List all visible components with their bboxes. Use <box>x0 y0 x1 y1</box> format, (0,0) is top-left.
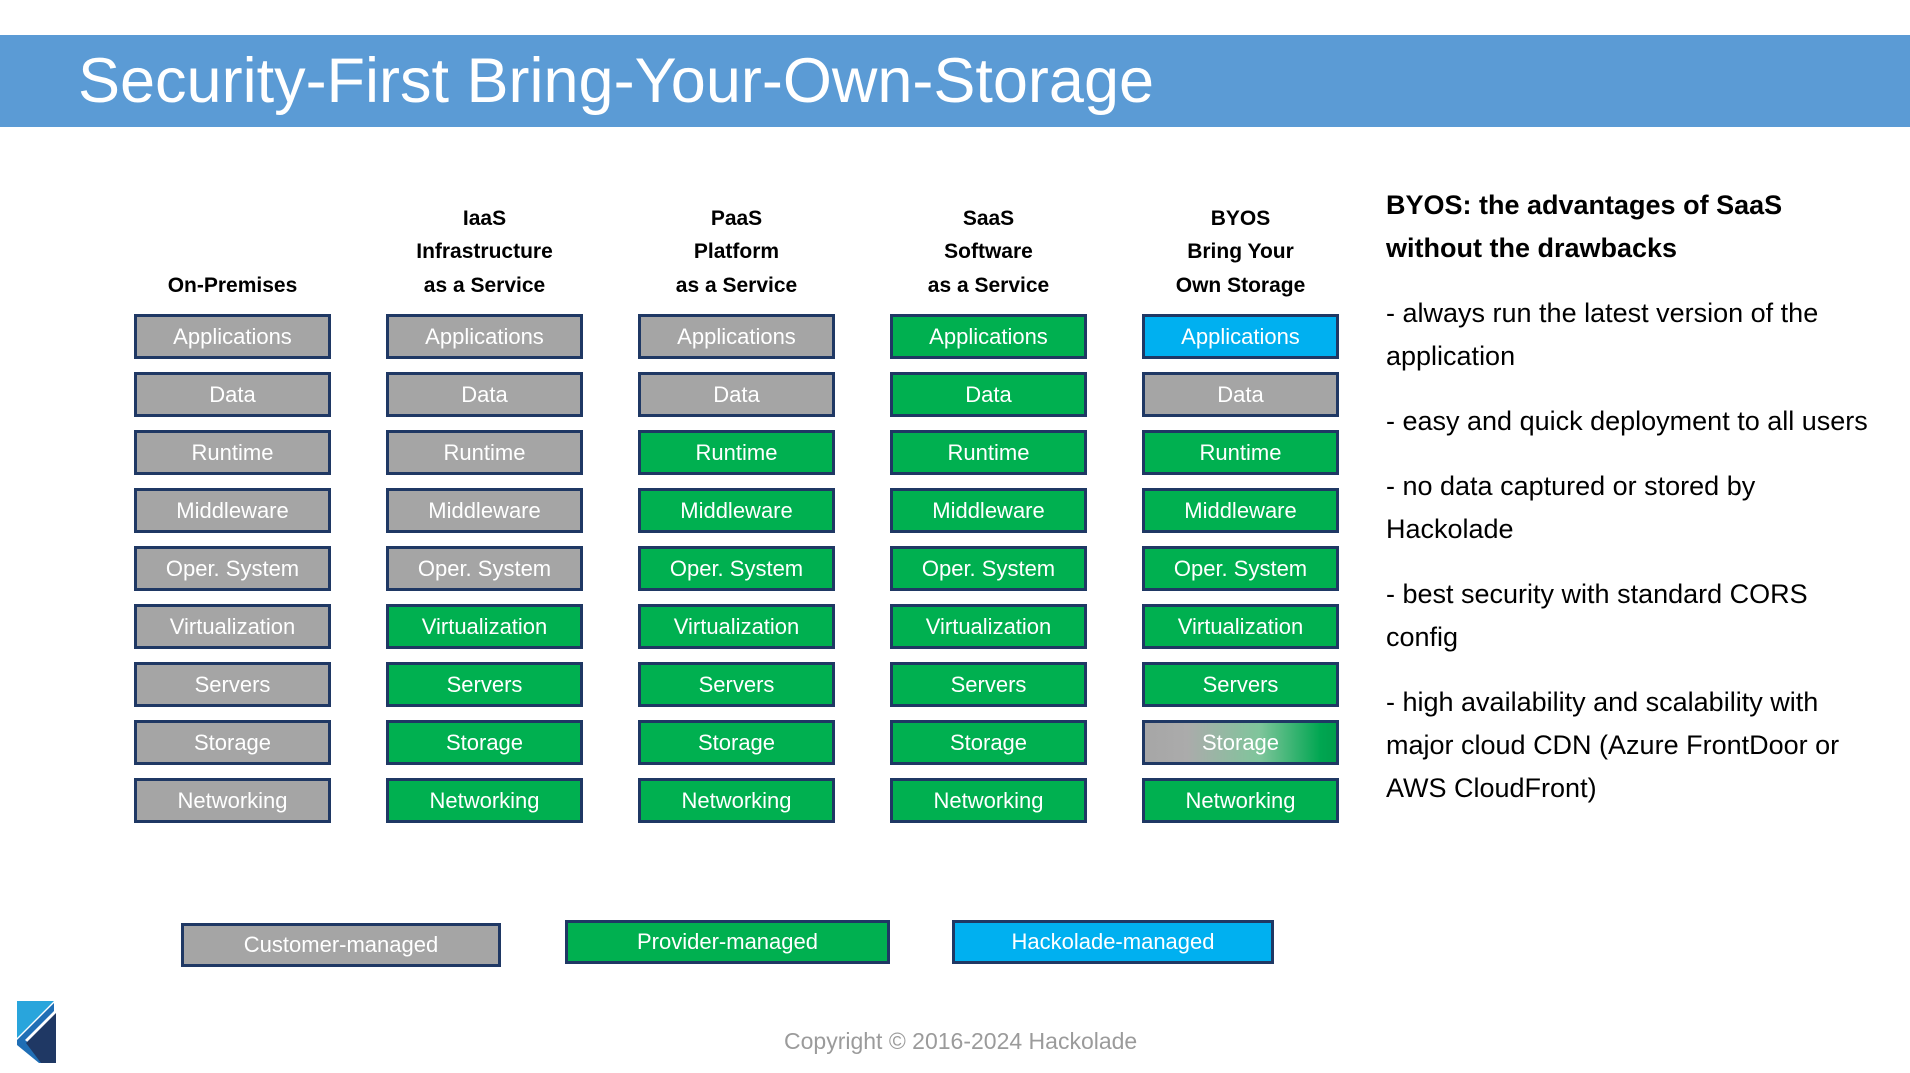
matrix-cell-iaas-virtualization: Virtualization <box>386 604 583 649</box>
panel-bullet: - high availability and scalability with… <box>1386 687 1840 803</box>
matrix-cell-saas-middleware: Middleware <box>890 488 1087 533</box>
matrix-cell-paas-runtime: Runtime <box>638 430 835 475</box>
column-stack-on-premises: Applications Data Runtime Middleware Oper. S… <box>134 314 331 836</box>
matrix-cell-on-premises-networking: Networking <box>134 778 331 823</box>
column-header-line: Bring Your <box>1187 240 1294 263</box>
panel-heading: BYOS: the advantages of SaaS without the… <box>1386 190 1783 263</box>
matrix-cell-on-premises-servers: Servers <box>134 662 331 707</box>
cloud-responsibility-matrix: On-Premises Applications Data Runtime Middle… <box>0 0 1360 1073</box>
column-header-label-on-premises: On-Premises <box>134 269 331 303</box>
column-header-line: as a Service <box>423 273 546 297</box>
column-header-label-saas: SaaS Software as a Service <box>890 202 1087 303</box>
column-header-saas: SaaS Software as a Service <box>890 182 1087 302</box>
matrix-cell-paas-middleware: Middleware <box>638 488 835 533</box>
matrix-cell-byos-applications: Applications <box>1142 314 1339 359</box>
matrix-cell-iaas-data: Data <box>386 372 583 417</box>
panel-bullet: - always run the latest version of the a… <box>1386 298 1819 371</box>
panel-bullet: - no data captured or stored by Hackolad… <box>1386 471 1756 544</box>
matrix-cell-on-premises-runtime: Runtime <box>134 430 331 475</box>
matrix-cell-byos-virtualization: Virtualization <box>1142 604 1339 649</box>
column-header-byos: BYOS Bring Your Own Storage <box>1142 182 1339 302</box>
matrix-cell-saas-virtualization: Virtualization <box>890 604 1087 649</box>
matrix-cell-saas-networking: Networking <box>890 778 1087 823</box>
matrix-cell-byos-oper-system: Oper. System <box>1142 546 1339 591</box>
column-header-paas: PaaS Platform as a Service <box>638 182 835 302</box>
column-header-line: Infrastructure <box>416 240 553 263</box>
byos-advantages-panel: BYOS: the advantages of SaaS without the… <box>1386 184 1896 832</box>
matrix-cell-saas-storage: Storage <box>890 720 1087 765</box>
legend-customer-managed: Customer-managed <box>181 923 501 967</box>
matrix-cell-saas-applications: Applications <box>890 314 1087 359</box>
matrix-cell-on-premises-storage: Storage <box>134 720 331 765</box>
matrix-cell-on-premises-virtualization: Virtualization <box>134 604 331 649</box>
column-header-line: as a Service <box>675 273 798 297</box>
column-header-label-byos: BYOS Bring Your Own Storage <box>1142 202 1339 303</box>
matrix-cell-on-premises-data: Data <box>134 372 331 417</box>
matrix-cell-paas-applications: Applications <box>638 314 835 359</box>
column-header-line: Platform <box>693 240 780 263</box>
column-header-label-iaas: IaaS Infrastructure as a Service <box>386 202 583 303</box>
matrix-cell-byos-middleware: Middleware <box>1142 488 1339 533</box>
matrix-cell-on-premises-oper-system: Oper. System <box>134 546 331 591</box>
matrix-cell-saas-data: Data <box>890 372 1087 417</box>
column-header-line: Software <box>944 240 1033 263</box>
matrix-cell-byos-storage: Storage <box>1142 720 1339 765</box>
hackolade-logo-icon <box>14 999 66 1065</box>
matrix-cell-saas-servers: Servers <box>890 662 1087 707</box>
matrix-cell-iaas-storage: Storage <box>386 720 583 765</box>
column-header-iaas: IaaS Infrastructure as a Service <box>386 182 583 302</box>
legend-hackolade-managed: Hackolade-managed <box>952 920 1274 964</box>
column-stack-saas: Applications Data Runtime Middleware Oper. S… <box>890 314 1087 836</box>
matrix-cell-saas-oper-system: Oper. System <box>890 546 1087 591</box>
column-header-line: IaaS <box>462 206 507 230</box>
matrix-cell-iaas-middleware: Middleware <box>386 488 583 533</box>
matrix-cell-paas-data: Data <box>638 372 835 417</box>
matrix-cell-paas-storage: Storage <box>638 720 835 765</box>
panel-bullet: - easy and quick deployment to all users <box>1386 406 1868 436</box>
legend-provider-managed: Provider-managed <box>565 920 890 964</box>
column-header-line: On-Premises <box>167 273 298 297</box>
matrix-cell-iaas-runtime: Runtime <box>386 430 583 475</box>
matrix-cell-saas-runtime: Runtime <box>890 430 1087 475</box>
matrix-cell-iaas-oper-system: Oper. System <box>386 546 583 591</box>
column-header-line: as a Service <box>927 273 1050 297</box>
matrix-cell-iaas-applications: Applications <box>386 314 583 359</box>
matrix-cell-paas-virtualization: Virtualization <box>638 604 835 649</box>
column-stack-iaas: Applications Data Runtime Middleware Oper. S… <box>386 314 583 836</box>
panel-bullet: - best security with standard CORS confi… <box>1386 579 1808 652</box>
matrix-cell-iaas-servers: Servers <box>386 662 583 707</box>
matrix-cell-paas-networking: Networking <box>638 778 835 823</box>
column-stack-paas: Applications Data Runtime Middleware Oper. S… <box>638 314 835 836</box>
column-header-line: Own Storage <box>1175 273 1306 297</box>
matrix-cell-paas-servers: Servers <box>638 662 835 707</box>
matrix-cell-paas-oper-system: Oper. System <box>638 546 835 591</box>
matrix-cell-on-premises-middleware: Middleware <box>134 488 331 533</box>
matrix-cell-byos-runtime: Runtime <box>1142 430 1339 475</box>
column-header-line: SaaS <box>962 206 1015 230</box>
column-header-line: PaaS <box>710 206 763 230</box>
matrix-cell-iaas-networking: Networking <box>386 778 583 823</box>
matrix-cell-byos-servers: Servers <box>1142 662 1339 707</box>
matrix-cell-on-premises-applications: Applications <box>134 314 331 359</box>
column-header-line: BYOS <box>1210 206 1271 230</box>
column-header-label-paas: PaaS Platform as a Service <box>638 202 835 303</box>
column-stack-byos: Applications Data Runtime Middleware Oper. S… <box>1142 314 1339 836</box>
column-header-on-premises: On-Premises <box>134 182 331 302</box>
matrix-cell-byos-networking: Networking <box>1142 778 1339 823</box>
matrix-cell-byos-data: Data <box>1142 372 1339 417</box>
copyright-text: Copyright © 2016-2024 Hackolade <box>784 1028 1138 1054</box>
